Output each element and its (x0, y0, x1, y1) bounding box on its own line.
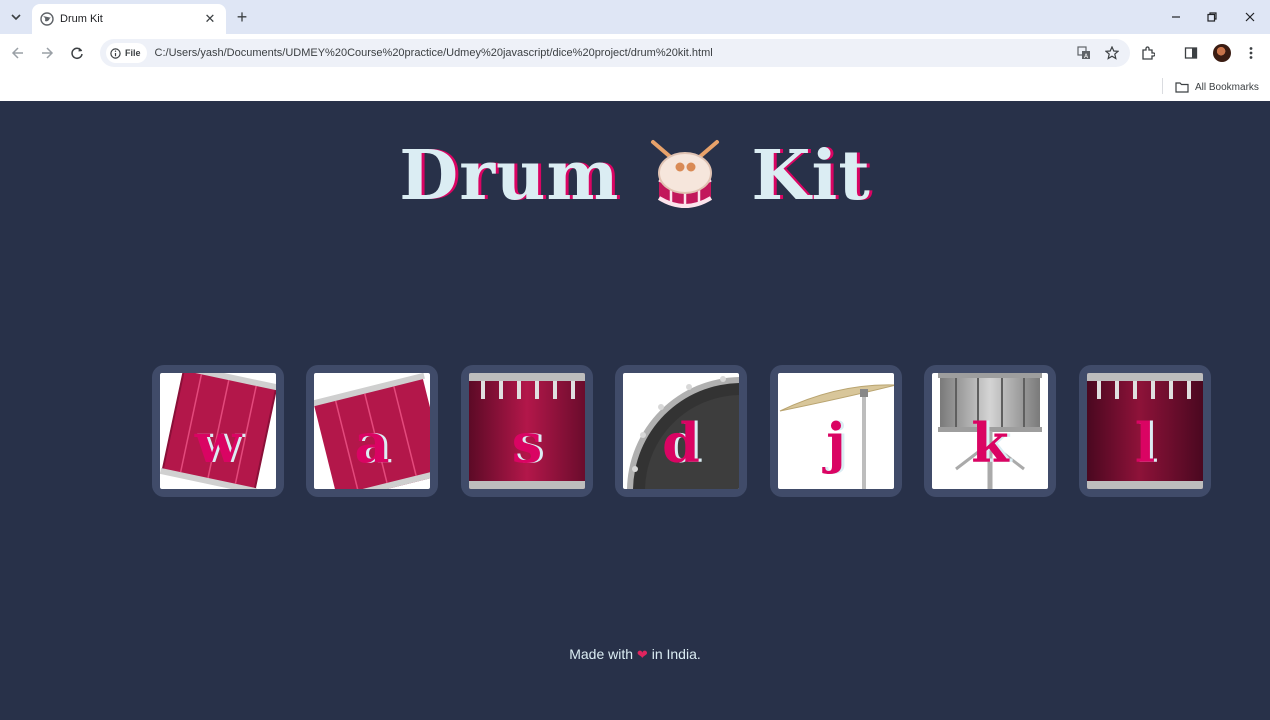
side-panel-icon[interactable] (1180, 42, 1202, 64)
more-icon[interactable] (1240, 42, 1262, 64)
drum-key-a: a (354, 411, 390, 475)
footer-text-after: in India. (651, 646, 701, 662)
page-title: Drum Kit (0, 131, 1270, 221)
folder-icon (1175, 82, 1189, 93)
profile-button[interactable] (1211, 42, 1233, 64)
drum-key-k: k (971, 411, 1009, 475)
footer-text-before: Made with (569, 646, 634, 662)
tab-title: Drum Kit (60, 13, 103, 25)
reload-icon[interactable] (66, 42, 88, 64)
title-drum: Drum (399, 136, 620, 216)
forward-icon[interactable] (36, 42, 58, 64)
drum-image-snare: j (778, 373, 894, 489)
plus-icon[interactable]: + (232, 7, 252, 27)
url-text[interactable]: C:/Users/yash/Documents/UDMEY%20Course%2… (155, 47, 1074, 59)
address-bar[interactable]: File C:/Users/yash/Documents/UDMEY%20Cou… (100, 39, 1130, 67)
drum-button-a[interactable]: a (306, 365, 438, 497)
footer: Made with ❤ in India. (0, 646, 1270, 663)
drum-button-j[interactable]: j (770, 365, 902, 497)
drum-key-w: w (194, 411, 242, 475)
drum-button-w[interactable]: w (152, 365, 284, 497)
browser-toolbar: File C:/Users/yash/Documents/UDMEY%20Cou… (0, 34, 1270, 72)
heart-icon: ❤ (636, 647, 648, 662)
bookmarks-bar: All Bookmarks (0, 72, 1270, 101)
drum-image-tom4: d (623, 373, 739, 489)
drum-button-s[interactable]: s (461, 365, 593, 497)
close-window-icon[interactable] (1237, 6, 1263, 28)
drum-key-s: s (511, 411, 543, 475)
bookmarks-divider (1162, 78, 1163, 94)
info-icon (110, 47, 121, 59)
back-icon[interactable] (7, 42, 29, 64)
star-icon[interactable] (1102, 43, 1122, 63)
drum-image-kick-bass: l (1087, 373, 1203, 489)
drum-key-d: d (662, 411, 700, 475)
all-bookmarks-label: All Bookmarks (1195, 81, 1259, 93)
drum-image-tom2: a (314, 373, 430, 489)
drum-button-k[interactable]: k (924, 365, 1056, 497)
page-body: Drum Kit w a s d j k l Made with ❤ in In… (0, 101, 1270, 720)
file-chip-label: File (125, 48, 141, 58)
tab-search-icon[interactable] (6, 7, 26, 27)
drum-icon (651, 140, 720, 208)
minimize-icon[interactable] (1163, 6, 1189, 28)
tab-strip: Drum Kit ✕ + (0, 0, 1270, 34)
drum-key-j: j (826, 411, 846, 475)
site-info-chip[interactable]: File (106, 43, 147, 63)
drum-image-tom1: w (160, 373, 276, 489)
globe-icon (40, 12, 54, 26)
drum-image-crash: k (932, 373, 1048, 489)
drum-button-l[interactable]: l (1079, 365, 1211, 497)
close-icon[interactable]: ✕ (202, 11, 218, 27)
all-bookmarks-button[interactable]: All Bookmarks (1175, 77, 1259, 97)
tab-drum-kit[interactable]: Drum Kit ✕ (32, 4, 226, 34)
drum-set: w a s d j k l (152, 365, 1214, 497)
extensions-icon[interactable] (1137, 42, 1159, 64)
restore-icon[interactable] (1199, 6, 1225, 28)
translate-icon[interactable]: A (1074, 43, 1094, 63)
drum-key-l: l (1134, 411, 1156, 475)
title-kit: Kit (751, 136, 871, 216)
avatar (1213, 44, 1231, 62)
drum-image-tom3: s (469, 373, 585, 489)
drum-button-d[interactable]: d (615, 365, 747, 497)
